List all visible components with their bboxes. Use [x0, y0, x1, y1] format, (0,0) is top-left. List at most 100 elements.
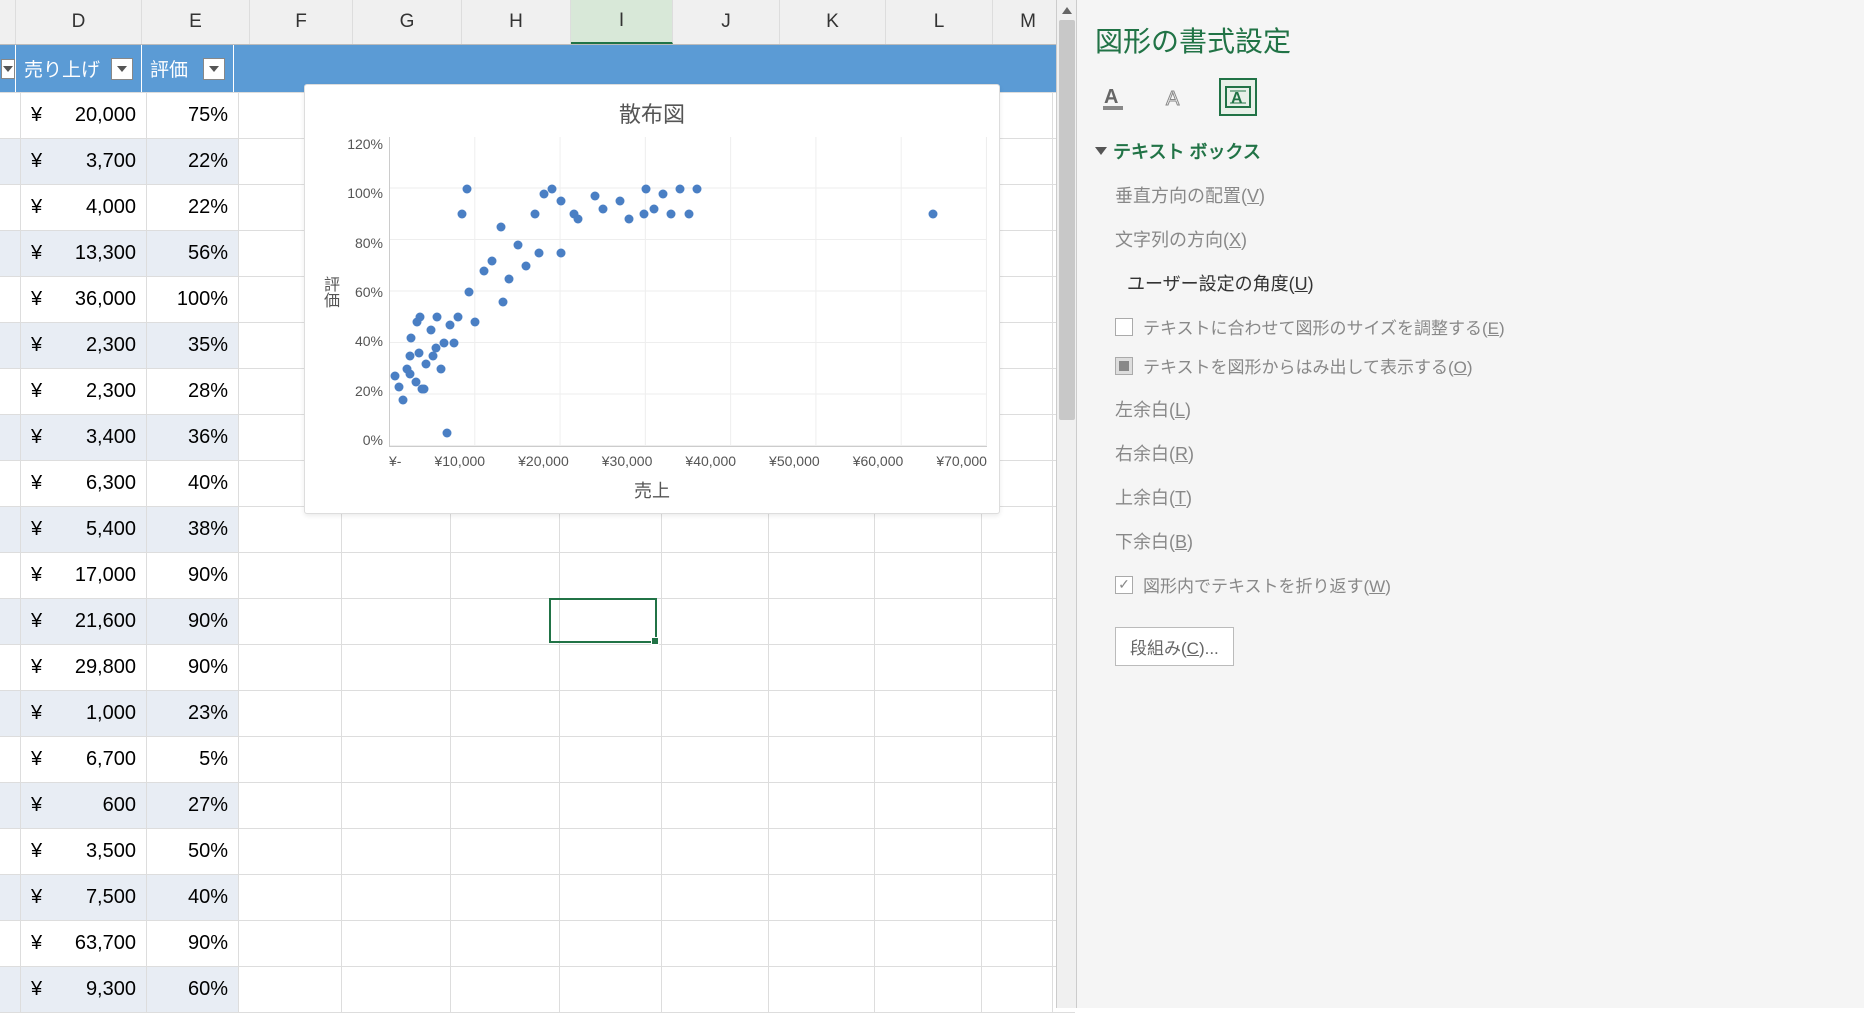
option-userangle[interactable]: ユーザー設定の角度(U) [1127, 270, 1846, 296]
cell-empty[interactable] [875, 645, 982, 690]
cell-sales[interactable]: ¥29,800 [21, 645, 147, 690]
checkbox-overflow[interactable]: テキストを図形からはみ出して表示する(O) [1115, 353, 1846, 378]
column-header-D[interactable]: D [16, 0, 142, 44]
cell-sales[interactable]: ¥21,600 [21, 599, 147, 644]
cell-empty[interactable] [239, 967, 342, 1012]
table-row[interactable]: ¥7,50040% [0, 875, 1075, 921]
cell-empty[interactable] [875, 691, 982, 736]
cell-empty[interactable] [769, 967, 875, 1012]
cell-empty[interactable] [239, 691, 342, 736]
cell-empty[interactable] [662, 691, 769, 736]
columns-button[interactable]: 段組み(C)... [1115, 627, 1234, 666]
cell-rating[interactable]: 35% [147, 323, 239, 368]
table-row[interactable]: ¥3,50050% [0, 829, 1075, 875]
cell-empty[interactable] [560, 599, 662, 644]
column-header-K[interactable]: K [780, 0, 886, 44]
cell-empty[interactable] [769, 553, 875, 598]
cell-empty[interactable] [875, 921, 982, 966]
cell-empty[interactable] [560, 783, 662, 828]
scroll-thumb[interactable] [1059, 20, 1075, 420]
cell-sales[interactable]: ¥3,500 [21, 829, 147, 874]
cell-empty[interactable] [769, 599, 875, 644]
cell-sales[interactable]: ¥600 [21, 783, 147, 828]
cell-sales[interactable]: ¥6,300 [21, 461, 147, 506]
cell-rating[interactable]: 5% [147, 737, 239, 782]
cell-sales[interactable]: ¥9,300 [21, 967, 147, 1012]
option-valign[interactable]: 垂直方向の配置(V) [1115, 182, 1846, 208]
column-header-E[interactable]: E [142, 0, 250, 44]
filter-button[interactable] [1, 59, 15, 79]
chart[interactable]: 散布図 評価 120%100%80%60%40%20%0% ¥-¥10,000¥… [304, 84, 1000, 514]
cell-empty[interactable] [982, 645, 1053, 690]
table-row[interactable]: ¥6,7005% [0, 737, 1075, 783]
cell-empty[interactable] [342, 921, 451, 966]
cell-empty[interactable] [560, 645, 662, 690]
cell-sales[interactable]: ¥3,400 [21, 415, 147, 460]
cell-empty[interactable] [982, 599, 1053, 644]
option-margin-top[interactable]: 上余白(T) [1115, 484, 1846, 510]
option-margin-left[interactable]: 左余白(L) [1115, 396, 1846, 422]
cell-empty[interactable] [239, 921, 342, 966]
cell-empty[interactable] [662, 737, 769, 782]
cell-rating[interactable]: 90% [147, 553, 239, 598]
cell-empty[interactable] [342, 691, 451, 736]
column-header-H[interactable]: H [462, 0, 571, 44]
section-textbox[interactable]: テキスト ボックス [1095, 138, 1846, 164]
cell-sales[interactable]: ¥2,300 [21, 369, 147, 414]
cell-empty[interactable] [239, 829, 342, 874]
table-row[interactable]: ¥63,70090% [0, 921, 1075, 967]
cell-empty[interactable] [451, 553, 560, 598]
cell-sales[interactable]: ¥36,000 [21, 277, 147, 322]
cell-empty[interactable] [560, 829, 662, 874]
cell-empty[interactable] [662, 783, 769, 828]
cell-empty[interactable] [239, 599, 342, 644]
cell-rating[interactable]: 50% [147, 829, 239, 874]
cell-empty[interactable] [342, 967, 451, 1012]
cell-empty[interactable] [662, 553, 769, 598]
cell-rating[interactable]: 38% [147, 507, 239, 552]
cell-rating[interactable]: 90% [147, 599, 239, 644]
cell-sales[interactable]: ¥7,500 [21, 875, 147, 920]
scroll-up-button[interactable] [1057, 0, 1076, 20]
cell-sales[interactable]: ¥17,000 [21, 553, 147, 598]
cell-empty[interactable] [982, 553, 1053, 598]
cell-sales[interactable]: ¥20,000 [21, 93, 147, 138]
cell-empty[interactable] [769, 875, 875, 920]
cell-empty[interactable] [982, 783, 1053, 828]
cell-empty[interactable] [342, 553, 451, 598]
cell-rating[interactable]: 60% [147, 967, 239, 1012]
cell-empty[interactable] [342, 829, 451, 874]
column-header-J[interactable]: J [673, 0, 780, 44]
cell-empty[interactable] [769, 783, 875, 828]
cell-sales[interactable]: ¥6,700 [21, 737, 147, 782]
spreadsheet[interactable]: DEFGHIJKLM 売り上げ 評価 ¥20,00075%¥3,70022%¥4… [0, 0, 1076, 1008]
header-rating[interactable]: 評価 [142, 45, 234, 92]
cell-empty[interactable] [451, 645, 560, 690]
cell-empty[interactable] [451, 737, 560, 782]
cell-empty[interactable] [451, 691, 560, 736]
option-margin-right[interactable]: 右余白(R) [1115, 440, 1846, 466]
filter-button[interactable] [111, 58, 133, 80]
cell-sales[interactable]: ¥63,700 [21, 921, 147, 966]
cell-empty[interactable] [662, 875, 769, 920]
cell-sales[interactable]: ¥4,000 [21, 185, 147, 230]
option-textdir[interactable]: 文字列の方向(X) [1115, 226, 1846, 252]
cell-rating[interactable]: 22% [147, 185, 239, 230]
cell-empty[interactable] [451, 599, 560, 644]
cell-empty[interactable] [451, 829, 560, 874]
cell-empty[interactable] [875, 737, 982, 782]
table-row[interactable]: ¥29,80090% [0, 645, 1075, 691]
textbox-tab-icon[interactable]: A [1219, 78, 1257, 116]
cell-empty[interactable] [769, 921, 875, 966]
cell-empty[interactable] [342, 875, 451, 920]
cell-empty[interactable] [451, 967, 560, 1012]
cell-empty[interactable] [662, 645, 769, 690]
table-row[interactable]: ¥21,60090% [0, 599, 1075, 645]
cell-rating[interactable]: 28% [147, 369, 239, 414]
cell-rating[interactable]: 22% [147, 139, 239, 184]
cell-empty[interactable] [875, 875, 982, 920]
cell-empty[interactable] [342, 783, 451, 828]
cell-rating[interactable]: 40% [147, 875, 239, 920]
cell-rating[interactable]: 36% [147, 415, 239, 460]
cell-empty[interactable] [982, 829, 1053, 874]
